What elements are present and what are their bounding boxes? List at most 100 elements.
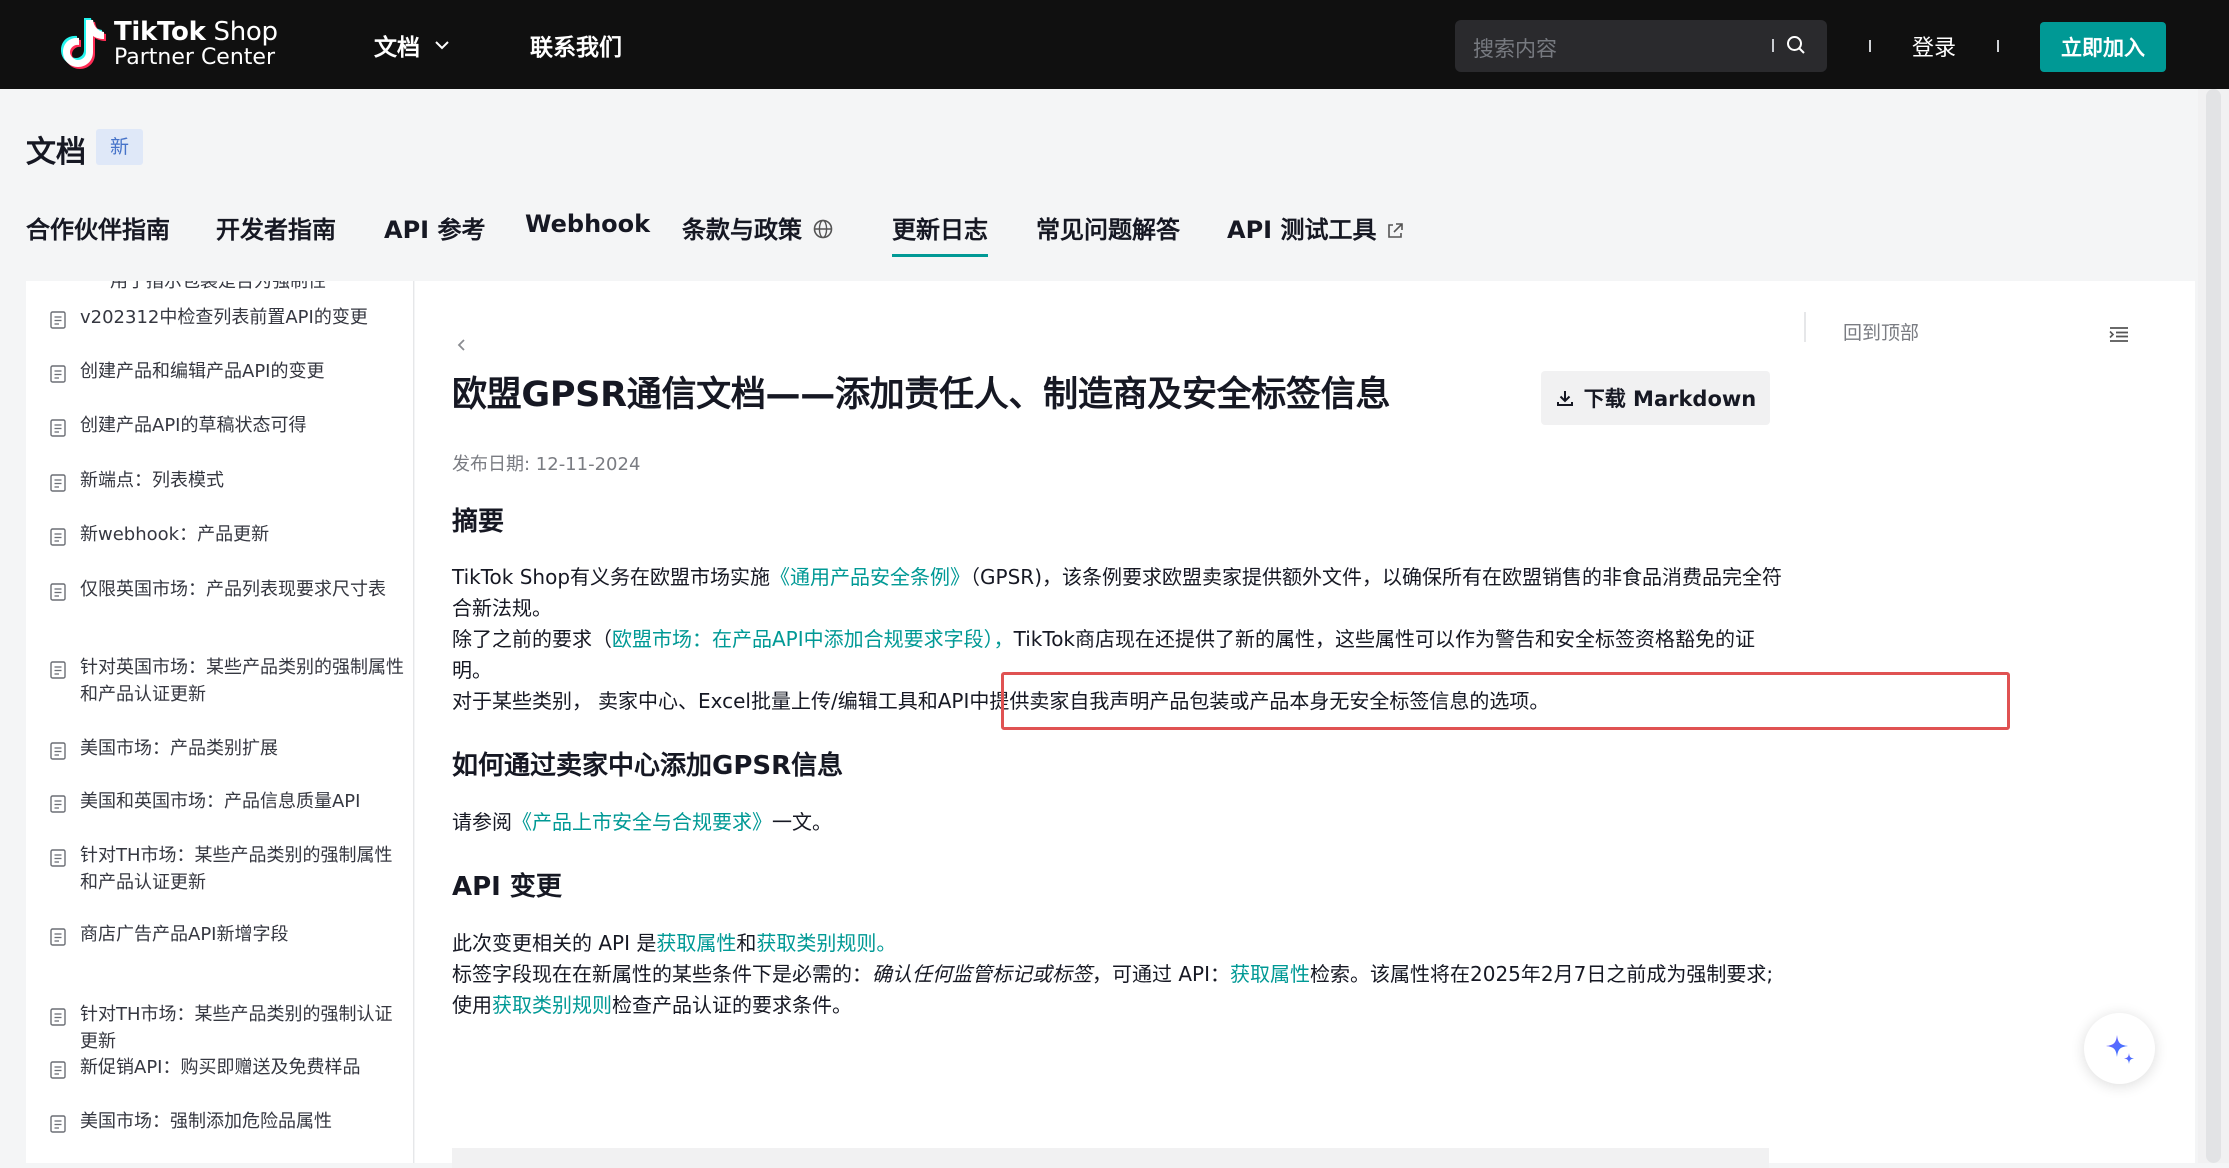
sidebar-item-label: 针对TH市场：某些产品类别的强制属性和产品认证更新 <box>80 845 393 893</box>
sidebar-item-label: 针对英国市场：某些产品类别的强制属性和产品认证更新 <box>80 657 404 705</box>
download-icon <box>1556 391 1573 406</box>
sidebar-item[interactable]: 创建产品API的草稿状态可得 <box>50 412 410 439</box>
tab-api-testing-tool[interactable]: API 测试工具 <box>1227 210 1404 245</box>
api-changes-paragraph: 此次变更相关的 API 是获取属性和获取类别规则。 标签字段现在在新属性的某些条… <box>452 928 1782 1021</box>
login-link[interactable]: 登录 <box>1912 30 1956 62</box>
api-changes-heading: API 变更 <box>452 872 562 902</box>
summary-heading: 摘要 <box>452 507 505 537</box>
chevron-left-icon[interactable] <box>454 337 470 353</box>
sidebar-item[interactable]: 针对TH市场：某些产品类别的强制认证更新 <box>50 1001 410 1055</box>
nav-docs-dropdown[interactable]: 文档 <box>374 28 450 62</box>
document-icon <box>50 528 66 546</box>
document-icon <box>50 1061 66 1079</box>
sidebar-item-label: 创建产品API的草稿状态可得 <box>80 415 307 436</box>
page-scrollbar[interactable] <box>2198 89 2229 1163</box>
text-span: 此次变更相关的 API 是 <box>452 931 657 955</box>
toc-divider <box>1804 312 1806 342</box>
sidebar-item[interactable]: 美国市场：产品类别扩展 <box>50 735 410 762</box>
tab-api-testing-label: API 测试工具 <box>1227 216 1377 244</box>
back-to-top-link[interactable]: 回到顶部 <box>1843 318 1919 345</box>
sidebar-item[interactable]: 仅限英国市场：产品列表现要求尺寸表 <box>50 576 410 603</box>
toc-menu-icon[interactable] <box>2108 325 2130 343</box>
text-span: 对于某些类别， <box>452 689 592 713</box>
get-category-rules-link-2[interactable]: 获取类别规则 <box>492 993 612 1017</box>
search-icon[interactable] <box>1785 34 1807 56</box>
brand-subtitle: Partner Center <box>114 45 275 71</box>
divider <box>1869 40 1871 52</box>
emphasis-text: 确认任何监管标记或标签 <box>872 962 1092 986</box>
tiktok-shop-logo[interactable]: TikTok Shop Partner Center <box>56 16 278 72</box>
divider <box>1997 40 1999 52</box>
document-icon <box>50 1008 66 1026</box>
get-attributes-link-2[interactable]: 获取属性 <box>1230 962 1310 986</box>
sidebar-item[interactable]: 创建产品和编辑产品API的变更 <box>50 358 410 385</box>
top-bar: TikTok Shop Partner Center 文档 联系我们 搜索内容 … <box>0 0 2229 89</box>
get-attributes-link[interactable]: 获取属性 <box>656 931 736 955</box>
brand-name-rest: Shop <box>205 17 279 48</box>
tab-developer-guide[interactable]: 开发者指南 <box>216 210 336 245</box>
tab-changelog[interactable]: 更新日志 <box>892 210 988 257</box>
document-icon <box>50 795 66 813</box>
sidebar-item[interactable]: 针对英国市场：某些产品类别的强制属性和产品认证更新 <box>50 654 410 708</box>
document-icon <box>50 849 66 867</box>
article-title: 欧盟GPSR通信文档——添加责任人、制造商及安全标签信息 <box>452 375 1391 415</box>
sidebar-item[interactable]: 针对TH市场：某些产品类别的强制属性和产品认证更新 <box>50 842 410 896</box>
ai-assistant-button[interactable] <box>2084 1013 2155 1084</box>
changelog-sidebar: 用于指示包装是否为强制性 v202312中检查列表前置API的变更创建产品和编辑… <box>26 281 414 1163</box>
document-icon <box>50 742 66 760</box>
logo-text: TikTok Shop Partner Center <box>114 18 278 70</box>
tiktok-logo-icon <box>61 18 106 69</box>
gpsr-regulation-link[interactable]: 《通用产品安全条例》 <box>770 565 970 589</box>
scrollbar-thumb[interactable] <box>2206 89 2221 1163</box>
text-span: 请参阅 <box>452 810 512 834</box>
sidebar-item[interactable]: v202312中检查列表前置API的变更 <box>50 304 410 331</box>
sidebar-item[interactable]: 美国市场：强制添加危险品属性 <box>50 1108 410 1135</box>
publish-date: 发布日期: 12-11-2024 <box>452 454 641 475</box>
sidebar-item[interactable]: 商店广告产品API新增字段 <box>50 921 410 948</box>
document-icon <box>50 474 66 492</box>
sidebar-item[interactable]: 新端点：列表模式 <box>50 467 410 494</box>
tab-terms-policies[interactable]: 条款与政策 <box>682 210 834 245</box>
nav-contact-link[interactable]: 联系我们 <box>530 28 622 62</box>
new-badge: 新 <box>96 129 143 165</box>
sidebar-item-label: 仅限英国市场：产品列表现要求尺寸表 <box>80 579 386 600</box>
brand-name: TikTok <box>114 17 206 48</box>
join-now-button[interactable]: 立即加入 <box>2040 22 2166 72</box>
nav-docs-label: 文档 <box>374 35 420 61</box>
download-markdown-button[interactable]: 下载 Markdown <box>1541 371 1770 425</box>
sidebar-item[interactable]: 新促销API：购买即赠送及免费样品 <box>50 1054 410 1081</box>
document-icon <box>50 311 66 329</box>
eu-compliance-fields-link[interactable]: 欧盟市场：在产品API中添加合规要求字段）， <box>612 627 1014 651</box>
text-span: 检查产品认证的要求条件。 <box>612 993 852 1017</box>
document-icon <box>50 583 66 601</box>
sidebar-item-label: 美国和英国市场：产品信息质量API <box>80 791 361 812</box>
code-block-top <box>452 1148 1769 1168</box>
external-link-icon <box>1388 223 1404 238</box>
sparkle-icon <box>2105 1034 2134 1064</box>
sidebar-item-cut[interactable]: 用于指示包装是否为强制性 <box>110 281 326 293</box>
tab-faq[interactable]: 常见问题解答 <box>1036 210 1180 245</box>
download-markdown-label: 下载 Markdown <box>1583 387 1757 411</box>
sidebar-item-label: 针对TH市场：某些产品类别的强制认证更新 <box>80 1004 393 1052</box>
listing-compliance-link[interactable]: 《产品上市安全与合规要求》 <box>512 810 772 834</box>
sidebar-item[interactable]: 美国和英国市场：产品信息质量API <box>50 788 410 815</box>
get-category-rules-link[interactable]: 获取类别规则。 <box>756 931 896 955</box>
tab-webhook[interactable]: Webhook <box>525 210 650 238</box>
text-span: TikTok Shop有义务在欧盟市场实施 <box>452 565 771 589</box>
document-icon <box>50 661 66 679</box>
tab-terms-label: 条款与政策 <box>682 216 802 244</box>
search-box[interactable]: 搜索内容 <box>1455 20 1827 72</box>
sidebar-item-label: 创建产品和编辑产品API的变更 <box>80 361 325 382</box>
search-divider <box>1772 39 1774 52</box>
sidebar-item-label: 美国市场：产品类别扩展 <box>80 738 278 759</box>
document-icon <box>50 928 66 946</box>
tab-api-reference[interactable]: API 参考 <box>384 210 485 245</box>
document-icon <box>50 1115 66 1133</box>
globe-icon <box>813 219 833 239</box>
article-content: 欧盟GPSR通信文档——添加责任人、制造商及安全标签信息 下载 Markdown… <box>415 281 2195 1168</box>
nav-contact-label: 联系我们 <box>530 35 622 61</box>
document-icon <box>50 419 66 437</box>
sidebar-item[interactable]: 新webhook：产品更新 <box>50 521 410 548</box>
search-input[interactable]: 搜索内容 <box>1473 33 1557 63</box>
tab-partner-guide[interactable]: 合作伙伴指南 <box>26 210 170 245</box>
